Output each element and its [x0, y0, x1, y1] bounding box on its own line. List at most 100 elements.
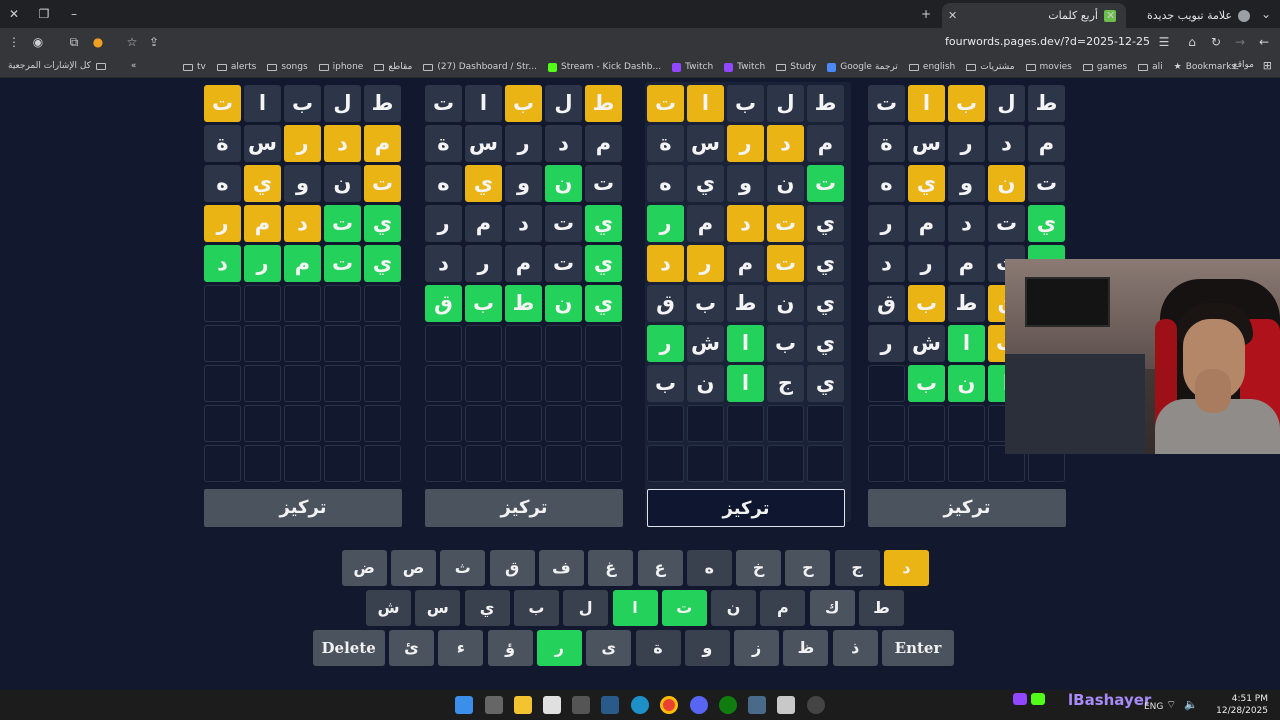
letter-key[interactable]: ث: [440, 550, 486, 586]
letter-key[interactable]: ط: [859, 590, 904, 626]
letter-key[interactable]: ذ: [832, 630, 878, 666]
chevron-left-icon[interactable]: «: [131, 61, 137, 71]
letter-key[interactable]: ع: [637, 550, 683, 586]
letter-key[interactable]: ق: [489, 550, 535, 586]
letter-key[interactable]: ك: [809, 590, 855, 626]
share-icon[interactable]: ⇪: [146, 34, 162, 50]
profile-icon[interactable]: ◉: [30, 34, 46, 50]
task-view-icon[interactable]: [485, 696, 503, 714]
letter-key[interactable]: ص: [391, 550, 436, 586]
bookmark-item[interactable]: tv: [182, 62, 206, 72]
bookmark-item[interactable]: ali: [1138, 62, 1163, 72]
close-tab-icon[interactable]: ✕: [948, 3, 957, 28]
focus-button[interactable]: تركيز: [204, 489, 402, 527]
terminal-icon[interactable]: [572, 696, 590, 714]
discord-icon[interactable]: [690, 696, 708, 714]
clock[interactable]: 4:51 PM 12/28/2025: [1216, 693, 1268, 717]
letter-key[interactable]: ة: [635, 630, 681, 666]
bookmark-star-icon[interactable]: ☆: [124, 34, 140, 50]
bookmark-item[interactable]: Twitch: [724, 62, 765, 72]
letter-key[interactable]: ج: [834, 550, 880, 586]
focus-button[interactable]: تركيز: [868, 489, 1066, 527]
close-tab-icon[interactable]: ✕: [1106, 3, 1115, 28]
forward-icon[interactable]: →: [1232, 34, 1248, 50]
focus-button[interactable]: تركيز: [647, 489, 845, 527]
bookmark-item[interactable]: alerts: [216, 62, 256, 72]
app-icon[interactable]: [777, 696, 795, 714]
home-icon[interactable]: ⌂: [1184, 34, 1200, 50]
extensions-icon[interactable]: ⧉: [66, 34, 82, 50]
letter-key[interactable]: و: [684, 630, 730, 666]
letter-key[interactable]: خ: [736, 550, 782, 586]
extension-icon[interactable]: ●: [90, 34, 106, 50]
letter-key[interactable]: ب: [513, 590, 559, 626]
enter-key[interactable]: Enter: [882, 630, 954, 666]
letter-key[interactable]: س: [415, 590, 461, 626]
letter-key[interactable]: ح: [785, 550, 831, 586]
letter-key[interactable]: ز: [734, 630, 780, 666]
letter-key[interactable]: ه: [686, 550, 732, 586]
all-bookmarks[interactable]: كل الإشارات المرجعية «: [8, 61, 136, 71]
reload-icon[interactable]: ↻: [1208, 34, 1224, 50]
start-icon[interactable]: [455, 696, 473, 714]
letter-key[interactable]: ى: [586, 630, 632, 666]
menu-icon[interactable]: ⋮: [6, 34, 22, 50]
xbox-icon[interactable]: [719, 696, 737, 714]
close-window-icon[interactable]: ✕: [6, 6, 22, 22]
bookmark-item[interactable]: مشتريات: [966, 62, 1015, 72]
letter-key[interactable]: د: [884, 550, 929, 586]
volume-icon[interactable]: 🔈: [1184, 698, 1198, 711]
letter-key[interactable]: ء: [438, 630, 484, 666]
bookmark-item[interactable]: Google ترجمة: [827, 62, 898, 72]
letter-key[interactable]: غ: [588, 550, 634, 586]
letter-key[interactable]: ت: [661, 590, 707, 626]
bookmark-item[interactable]: Twitch: [672, 62, 713, 72]
letter-key[interactable]: ا: [612, 590, 658, 626]
kick-tray-icon[interactable]: [1031, 693, 1045, 705]
site-settings-icon[interactable]: ☰: [1156, 34, 1172, 50]
tab-new-tab[interactable]: علامة تبويب جديدة ✕: [1100, 3, 1260, 28]
restore-window-icon[interactable]: ❐: [36, 6, 52, 22]
steam-icon[interactable]: [601, 696, 619, 714]
obs-icon[interactable]: [807, 696, 825, 714]
language-indicator[interactable]: ENG: [1144, 702, 1163, 712]
app-icon[interactable]: [748, 696, 766, 714]
letter-key[interactable]: ئ: [389, 630, 434, 666]
calendar-icon[interactable]: [543, 696, 561, 714]
tab-search-icon[interactable]: ⌄: [1258, 6, 1274, 22]
apps-grid-icon[interactable]: ⊞: [1263, 59, 1272, 72]
letter-key[interactable]: ر: [536, 630, 582, 666]
bookmark-item[interactable]: Stream - Kick Dashb...: [548, 62, 661, 72]
back-icon[interactable]: ←: [1256, 34, 1272, 50]
letter-key[interactable]: ي: [464, 590, 510, 626]
bookmark-item[interactable]: Study: [776, 62, 816, 72]
letter-key[interactable]: ش: [366, 590, 411, 626]
bookmark-item[interactable]: iphone: [318, 62, 363, 72]
delete-key[interactable]: Delete: [312, 630, 385, 666]
letter-key[interactable]: ؤ: [487, 630, 533, 666]
letter-key[interactable]: ض: [341, 550, 387, 586]
minimize-window-icon[interactable]: –: [66, 6, 82, 22]
edge-icon[interactable]: [631, 696, 649, 714]
letter-key[interactable]: م: [760, 590, 806, 626]
letter-key[interactable]: ن: [711, 590, 757, 626]
bookmark-item[interactable]: ★ Bookmarks: [1174, 62, 1236, 72]
bookmark-item[interactable]: songs: [267, 62, 308, 72]
bookmark-item[interactable]: (27) Dashboard / Str...: [423, 62, 537, 72]
tab-four-words[interactable]: أربع كلمات ✕: [942, 3, 1126, 28]
chrome-icon[interactable]: [660, 696, 678, 714]
new-tab-button[interactable]: +: [918, 6, 934, 22]
letter-key[interactable]: ل: [563, 590, 609, 626]
letter-key[interactable]: ف: [538, 550, 584, 586]
focus-button[interactable]: تركيز: [425, 489, 623, 527]
twitch-tray-icon[interactable]: [1013, 693, 1027, 705]
bookmark-item[interactable]: movies: [1025, 62, 1072, 72]
wifi-icon[interactable]: ⌔: [1166, 698, 1176, 712]
bookmark-item[interactable]: مقاطع: [374, 62, 412, 72]
url-field[interactable]: fourwords.pages.dev/?d=2025-12-25: [945, 35, 1150, 48]
sites-bookmark[interactable]: مواقع: [1233, 60, 1254, 70]
file-explorer-icon[interactable]: [514, 696, 532, 714]
letter-key[interactable]: ظ: [783, 630, 829, 666]
bookmark-item[interactable]: games: [1082, 62, 1127, 72]
bookmark-item[interactable]: english: [908, 62, 955, 72]
